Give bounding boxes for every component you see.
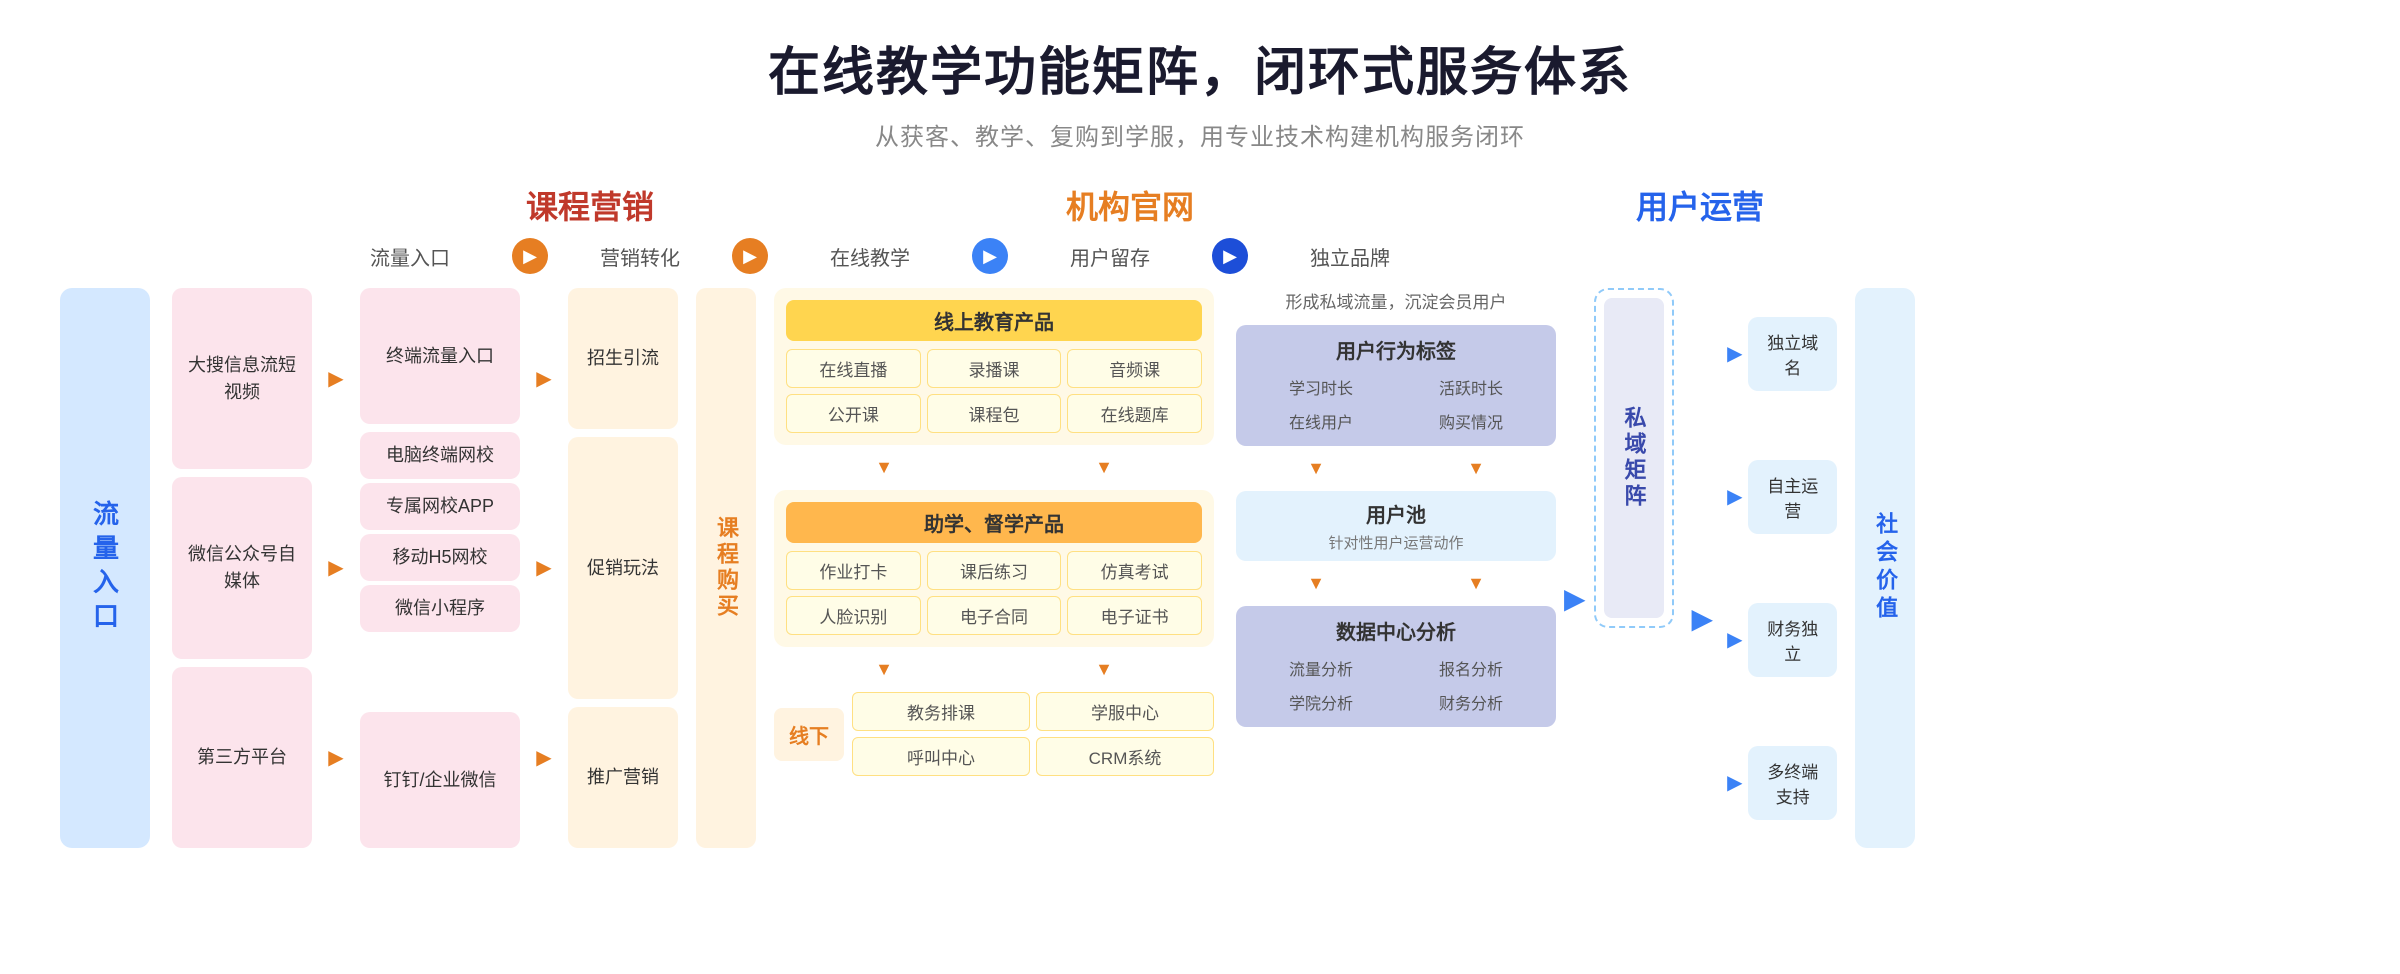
brand-item-2: 财务独立: [1748, 603, 1837, 677]
private-domain: 私域矩阵: [1604, 298, 1664, 618]
channel-pc: 电脑终端网校: [360, 432, 520, 479]
channel-dingding: 钉钉/企业微信: [360, 712, 520, 848]
assist-item-5: 电子证书: [1067, 596, 1202, 635]
pool-arrow-2: ▼: [1467, 573, 1485, 594]
social-value: 社会价值: [1855, 288, 1915, 848]
edu-item-0: 在线直播: [786, 349, 921, 388]
cat-website: 机构官网: [860, 182, 1400, 228]
channel-h5: 移动H5网校: [360, 534, 520, 581]
dc-item-1: 报名分析: [1398, 653, 1544, 683]
assist-item-1: 课后练习: [927, 551, 1062, 590]
brand-item-1: 自主运营: [1748, 460, 1837, 534]
arr-s3: ▶: [322, 667, 350, 848]
flow-convert: 营销转化: [560, 242, 720, 271]
dc-title: 数据中心分析: [1248, 616, 1544, 645]
cat-marketing: 课程营销: [320, 182, 860, 228]
arrow-1: ▶: [512, 238, 548, 274]
course-buy-box: 课程购买: [696, 288, 756, 848]
user-pool-box: 用户池 针对性用户运营动作: [1236, 491, 1556, 561]
cat-user: 用户运营: [1400, 182, 2000, 228]
assist-item-2: 仿真考试: [1067, 551, 1202, 590]
up-title: 用户池: [1248, 499, 1544, 528]
up-subtitle: 针对性用户运营动作: [1248, 532, 1544, 553]
dc-item-0: 流量分析: [1248, 653, 1394, 683]
brand-item-0: 独立域名: [1748, 317, 1837, 391]
offline-label: 线下: [774, 708, 844, 761]
flow-traffic: 流量入口: [320, 242, 500, 271]
arrow-to-brand: ▶: [1692, 602, 1714, 635]
promo-promote: 促销玩法: [568, 437, 678, 699]
channel-app: 专属网校APP: [360, 483, 520, 530]
arrow-to-private: ▶: [1564, 582, 1586, 615]
traffic-source-2: 第三方平台: [172, 667, 312, 848]
brand-item-3: 多终端支持: [1748, 746, 1837, 820]
assist-section: 助学、督学产品 作业打卡 课后练习 仿真考试 人脸识别 电子合同 电子证书: [774, 490, 1214, 647]
offline-item-3: CRM系统: [1036, 737, 1214, 776]
brand-arr-2: ▶: [1727, 627, 1742, 652]
brand-arr-0: ▶: [1727, 341, 1742, 366]
assist-item-4: 电子合同: [927, 596, 1062, 635]
online-edu-section: 线上教育产品 在线直播 录播课 音频课 公开课 课程包 在线题库: [774, 288, 1214, 445]
assist-item-0: 作业打卡: [786, 551, 921, 590]
edu-item-5: 在线题库: [1067, 394, 1202, 433]
edu-item-2: 音频课: [1067, 349, 1202, 388]
down-arrow-2: ▼: [1095, 457, 1113, 478]
arr-m1: ▶: [530, 288, 558, 469]
assist-title: 助学、督学产品: [786, 502, 1202, 543]
arr-m3: ▶: [530, 667, 558, 848]
ub-item-0: 学习时长: [1248, 372, 1394, 402]
traffic-source-1: 微信公众号自媒体: [172, 477, 312, 658]
edu-item-1: 录播课: [927, 349, 1062, 388]
left-sidebar: 流量入口: [60, 288, 150, 848]
offline-item-1: 学服中心: [1036, 692, 1214, 731]
pool-arrow-1: ▼: [1307, 573, 1325, 594]
private-note: 形成私域流量，沉淀会员用户: [1236, 288, 1556, 313]
ub-arrow-2: ▼: [1467, 458, 1485, 479]
offline-item-0: 教务排课: [852, 692, 1030, 731]
offline-row: 线下 教务排课 学服中心 呼叫中心 CRM系统: [774, 692, 1214, 776]
promo-marketing: 推广营销: [568, 707, 678, 848]
page-subtitle: 从获客、教学、复购到学服，用专业技术构建机构服务闭环: [60, 117, 2340, 152]
down-arrow-1: ▼: [875, 457, 893, 478]
down-arrow-4: ▼: [1095, 659, 1113, 680]
channel-terminal: 终端流量入口: [360, 288, 520, 424]
ub-item-1: 活跃时长: [1398, 372, 1544, 402]
arr-s2: ▶: [322, 477, 350, 658]
flow-online: 在线教学: [780, 242, 960, 271]
ub-item-3: 购买情况: [1398, 406, 1544, 436]
arr-s1: ▶: [322, 288, 350, 469]
arrow-4: ▶: [1212, 238, 1248, 274]
page-title: 在线教学功能矩阵，闭环式服务体系: [60, 30, 2340, 105]
ub-arrow-1: ▼: [1307, 458, 1325, 479]
arrow-2: ▶: [732, 238, 768, 274]
flow-brand: 独立品牌: [1260, 242, 1440, 271]
dc-item-3: 财务分析: [1398, 687, 1544, 717]
down-arrow-3: ▼: [875, 659, 893, 680]
channel-mini: 微信小程序: [360, 585, 520, 632]
assist-item-3: 人脸识别: [786, 596, 921, 635]
arr-m2: ▶: [530, 477, 558, 658]
edu-item-4: 课程包: [927, 394, 1062, 433]
brand-arr-1: ▶: [1727, 484, 1742, 509]
online-edu-title: 线上教育产品: [786, 300, 1202, 341]
flow-retain: 用户留存: [1020, 242, 1200, 271]
data-center-box: 数据中心分析 流量分析 报名分析 学院分析 财务分析: [1236, 606, 1556, 727]
page-header: 在线教学功能矩阵，闭环式服务体系 从获客、教学、复购到学服，用专业技术构建机构服…: [60, 30, 2340, 152]
dc-item-2: 学院分析: [1248, 687, 1394, 717]
user-behavior-box: 用户行为标签 学习时长 活跃时长 在线用户 购买情况: [1236, 325, 1556, 446]
dashed-box: 私域矩阵: [1594, 288, 1674, 628]
offline-item-2: 呼叫中心: [852, 737, 1030, 776]
ub-title: 用户行为标签: [1248, 335, 1544, 364]
ub-item-2: 在线用户: [1248, 406, 1394, 436]
promo-recruit: 招生引流: [568, 288, 678, 429]
traffic-source-0: 大搜信息流短视频: [172, 288, 312, 469]
edu-item-3: 公开课: [786, 394, 921, 433]
brand-arr-3: ▶: [1727, 770, 1742, 795]
page-container: 在线教学功能矩阵，闭环式服务体系 从获客、教学、复购到学服，用专业技术构建机构服…: [0, 0, 2400, 974]
arrow-3: ▶: [972, 238, 1008, 274]
